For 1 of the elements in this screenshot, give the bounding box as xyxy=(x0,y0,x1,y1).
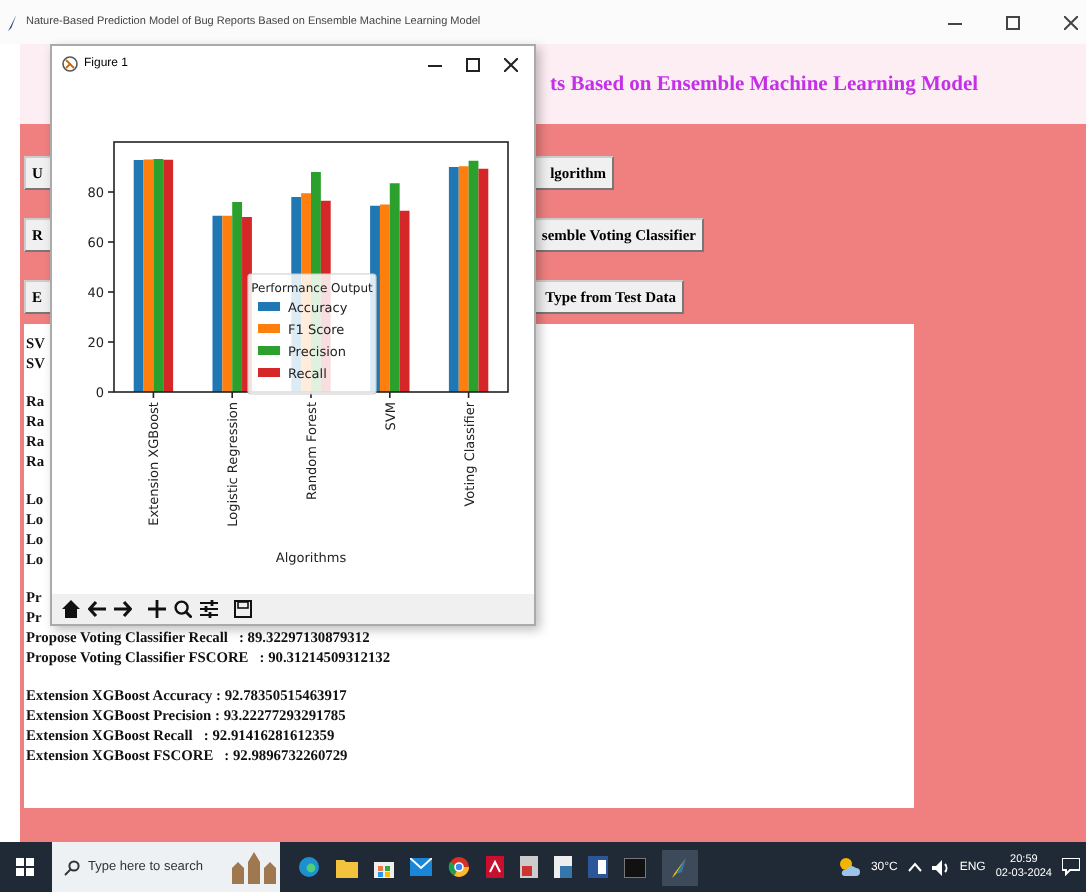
app-heading: ts Based on Ensemble Machine Learning Model xyxy=(550,73,979,95)
